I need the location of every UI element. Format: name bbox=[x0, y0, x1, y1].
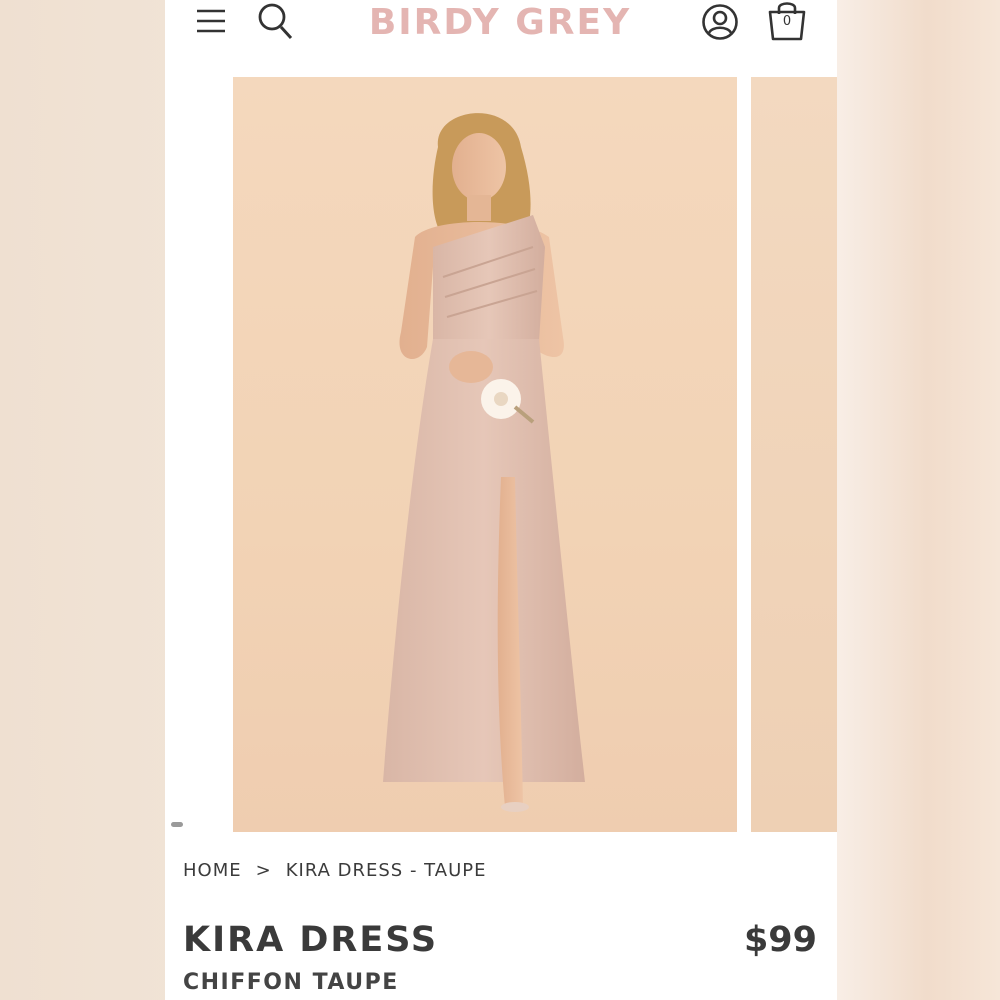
right-background bbox=[837, 0, 1000, 1000]
shopping-bag-button[interactable]: 0 bbox=[766, 0, 808, 42]
product-price: $99 bbox=[743, 920, 817, 960]
site-header: BIRDY GREY 0 bbox=[165, 0, 837, 60]
search-icon[interactable] bbox=[257, 2, 293, 40]
next-product-image[interactable] bbox=[751, 77, 837, 832]
model-photo-illustration bbox=[383, 113, 585, 812]
carousel-dot[interactable] bbox=[171, 822, 183, 827]
user-account-icon[interactable] bbox=[701, 3, 739, 41]
cart-count-badge: 0 bbox=[782, 14, 792, 29]
breadcrumb: HOME > KIRA DRESS - TAUPE bbox=[183, 860, 500, 881]
product-subtitle: CHIFFON TAUPE bbox=[183, 970, 399, 995]
product-title: KIRA DRESS bbox=[183, 920, 439, 960]
breadcrumb-home-link[interactable]: HOME bbox=[183, 860, 242, 881]
mobile-page: BIRDY GREY 0 HOME > KIRA DRESS - TAUPE K… bbox=[165, 0, 837, 1000]
breadcrumb-separator: > bbox=[255, 860, 272, 881]
hamburger-menu-icon[interactable] bbox=[195, 6, 227, 36]
brand-logo[interactable]: BIRDY GREY bbox=[325, 2, 675, 43]
product-image[interactable] bbox=[233, 77, 737, 832]
breadcrumb-current: KIRA DRESS - TAUPE bbox=[285, 860, 487, 881]
